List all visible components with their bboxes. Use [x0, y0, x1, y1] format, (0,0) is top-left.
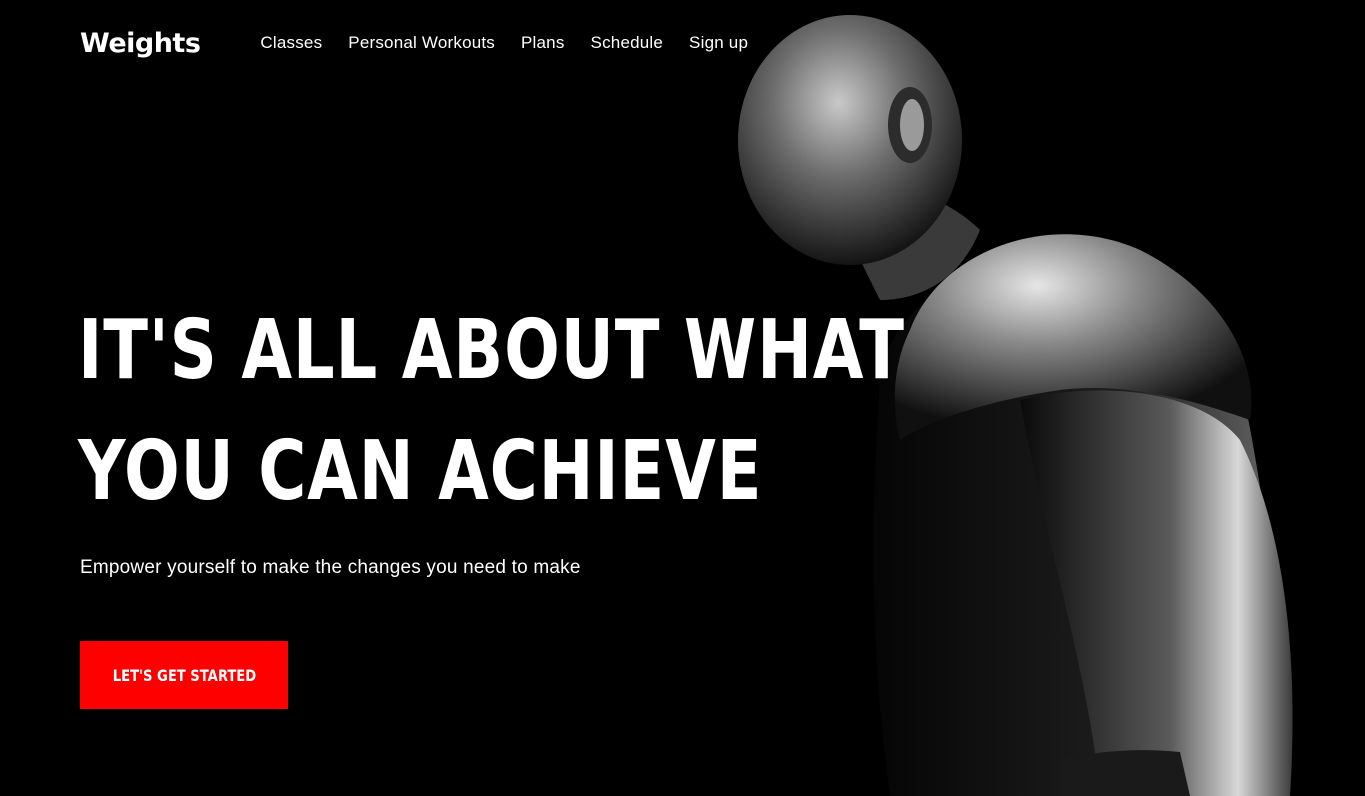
nav-link-classes[interactable]: Classes — [260, 33, 322, 53]
hero-headline-line-2: YOU CAN ACHIEVE — [78, 424, 763, 519]
top-navigation: Weights Classes Personal Workouts Plans … — [80, 24, 748, 62]
brand-logo[interactable]: Weights — [80, 28, 201, 59]
landing-page: Weights Classes Personal Workouts Plans … — [0, 0, 1365, 796]
nav-link-sign-up[interactable]: Sign up — [689, 33, 748, 53]
hero-headline-line-1: IT'S ALL ABOUT WHAT — [78, 303, 905, 398]
hero-headline: IT'S ALL ABOUT WHAT YOU CAN ACHIEVE — [78, 290, 905, 532]
nav-link-personal-workouts[interactable]: Personal Workouts — [348, 33, 495, 53]
nav-links: Classes Personal Workouts Plans Schedule… — [260, 33, 748, 53]
get-started-button-label: LET'S GET STARTED — [112, 665, 256, 685]
nav-link-plans[interactable]: Plans — [521, 33, 565, 53]
get-started-button[interactable]: LET'S GET STARTED — [80, 641, 288, 709]
hero-subheadline: Empower yourself to make the changes you… — [80, 557, 581, 578]
nav-link-schedule[interactable]: Schedule — [591, 33, 664, 53]
